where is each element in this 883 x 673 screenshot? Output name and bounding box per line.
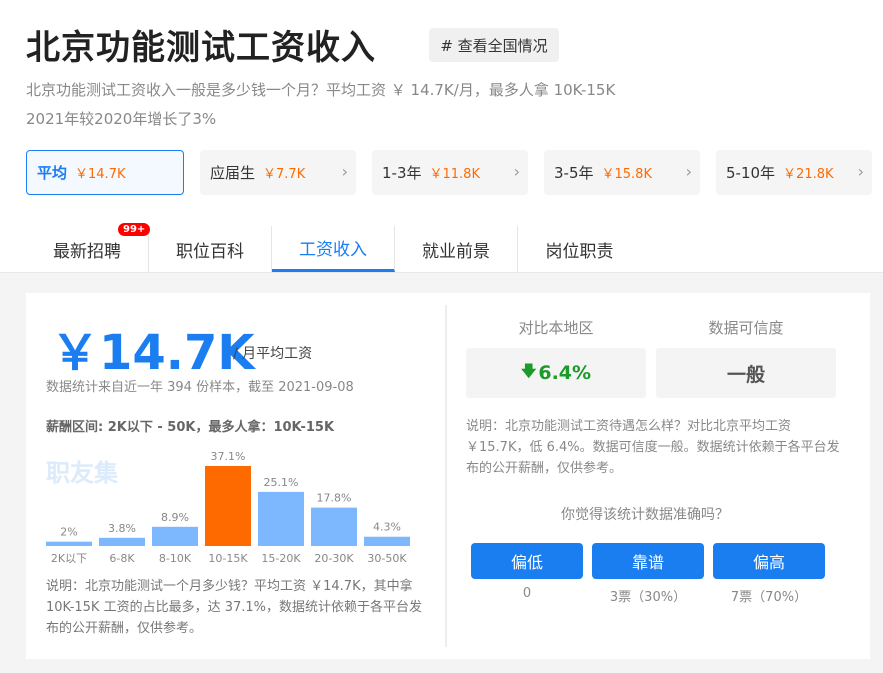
section-nav: 最新招聘 99+ 职位百科 工资收入 就业前景 岗位职责	[26, 223, 641, 272]
exp-tab-value: ￥14.7K	[75, 167, 126, 182]
salary-distribution-chart: 2% 2K以下 3.8% 6-8K 8.9% 8-10K 37.1% 10-15K 25.1% 1…	[46, 450, 410, 565]
salary-range: 薪酬区间: 2K以下 - 50K，最多人拿：10K-15K	[46, 420, 335, 435]
chart-value-label: 2%	[60, 526, 77, 539]
experience-tabs: 平均 ￥14.7K 应届生 ￥7.7K › 1-3年 ￥11.8K › 3-5年…	[26, 150, 872, 195]
new-count-badge: 99+	[118, 223, 151, 236]
exp-tab-label: 应届生	[210, 164, 256, 182]
compare-local-box: 🡇 6.4%	[466, 348, 646, 398]
chevron-right-icon: ›	[685, 162, 692, 181]
chart-bar	[205, 466, 251, 546]
chart-value-label: 37.1%	[211, 450, 246, 463]
vote-accurate-button[interactable]: 靠谱	[592, 543, 704, 579]
chevron-right-icon: ›	[341, 162, 348, 181]
subtitle-line-2: 2021年较2020年增长了3%	[26, 110, 217, 128]
chart-category-label: 6-8K	[109, 552, 135, 565]
exp-tab-value: ￥21.8K	[783, 167, 834, 182]
compare-local-value: 6.4%	[538, 362, 592, 384]
vote-low-button[interactable]: 偏低	[471, 543, 583, 579]
exp-tab-value: ￥11.8K	[429, 167, 480, 182]
tab-label: 工资收入	[299, 240, 367, 260]
tab-latest-jobs[interactable]: 最新招聘 99+	[26, 223, 151, 272]
chart-bar	[152, 526, 198, 546]
chart-category-label: 30-50K	[367, 552, 407, 565]
tab-duties[interactable]: 岗位职责	[518, 226, 641, 272]
chart-category-label: 20-30K	[314, 552, 354, 565]
exp-tab-label: 3-5年	[554, 164, 594, 182]
chart-category-label: 8-10K	[159, 552, 192, 565]
vote-low-count: 0	[522, 586, 532, 601]
chart-value-label: 3.8%	[108, 522, 136, 535]
credibility-label: 数据可信度	[708, 319, 784, 337]
vote-question: 你觉得该统计数据准确吗？	[561, 507, 729, 523]
card-divider	[445, 305, 447, 647]
exp-tab-value: ￥7.7K	[263, 167, 306, 182]
tab-label: 最新招聘	[53, 241, 121, 262]
chart-bar	[258, 491, 304, 546]
sample-stat: 数据统计来自近一年 394 份样本，截至 2021-09-08	[46, 380, 354, 395]
chevron-right-icon: ›	[513, 162, 520, 181]
page-subtitle: 北京功能测试工资收入一般是多少钱一个月？平均工资 ￥ 14.7K/月，最多人拿 …	[26, 76, 726, 134]
chart-value-label: 17.8%	[317, 492, 352, 505]
exp-tab-1-3[interactable]: 1-3年 ￥11.8K ›	[372, 150, 528, 195]
average-salary: ￥14.7K	[51, 325, 255, 381]
page-title: 北京功能测试工资收入	[26, 28, 376, 68]
salary-explanation: 说明：北京功能测试一个月多少钱？平均工资 ￥14.7K，其中拿 10K-15K …	[46, 579, 423, 636]
tab-label: 职位百科	[176, 241, 244, 262]
vote-accurate-count: 3票（30%）	[609, 590, 687, 605]
chart-bar	[46, 541, 92, 546]
vote-high-button[interactable]: 偏高	[713, 543, 825, 579]
salary-card: ￥14.7K / 月平均工资 数据统计来自近一年 394 份样本，截至 2021…	[26, 293, 870, 659]
chart-value-label: 25.1%	[264, 476, 299, 489]
subtitle-line-1: 北京功能测试工资收入一般是多少钱一个月？平均工资 ￥ 14.7K/月，最多人拿 …	[26, 81, 616, 99]
chart-bar	[311, 507, 357, 546]
tab-label: 就业前景	[422, 241, 490, 262]
exp-tab-average[interactable]: 平均 ￥14.7K	[26, 150, 184, 195]
vote-high-count: 7票（70%）	[730, 590, 808, 605]
chart-value-label: 4.3%	[373, 521, 401, 534]
exp-tab-label: 平均	[37, 164, 68, 182]
exp-tab-label: 1-3年	[382, 164, 422, 182]
credibility-value: 一般	[726, 363, 765, 386]
chevron-right-icon: ›	[857, 162, 864, 181]
chart-bar	[99, 537, 145, 546]
tab-job-wiki[interactable]: 职位百科	[149, 226, 272, 272]
exp-tab-3-5[interactable]: 3-5年 ￥15.8K ›	[544, 150, 700, 195]
view-national-button[interactable]: # 查看全国情况	[429, 28, 559, 62]
tab-salary[interactable]: 工资收入	[272, 226, 395, 272]
exp-tab-5-10[interactable]: 5-10年 ￥21.8K ›	[716, 150, 872, 195]
chart-category-label: 15-20K	[261, 552, 301, 565]
salary-unit: / 月平均工资	[233, 346, 313, 362]
compare-local-label: 对比本地区	[518, 319, 594, 337]
chart-bar	[364, 536, 410, 546]
chart-category-label: 10-15K	[208, 552, 248, 565]
exp-tab-value: ￥15.8K	[601, 167, 652, 182]
tab-prospects[interactable]: 就业前景	[395, 226, 518, 272]
exp-tab-graduate[interactable]: 应届生 ￥7.7K ›	[200, 150, 356, 195]
arrow-down-icon: 🡇	[520, 361, 537, 380]
tab-label: 岗位职责	[545, 241, 614, 262]
credibility-box: 一般	[656, 348, 836, 398]
chart-value-label: 8.9%	[161, 511, 189, 524]
exp-tab-label: 5-10年	[726, 164, 776, 182]
chart-category-label: 2K以下	[51, 552, 87, 565]
compare-explanation: 说明：北京功能测试工资待遇怎么样？对比北京平均工资 ￥15.7K，低 6.4%。…	[466, 419, 840, 476]
